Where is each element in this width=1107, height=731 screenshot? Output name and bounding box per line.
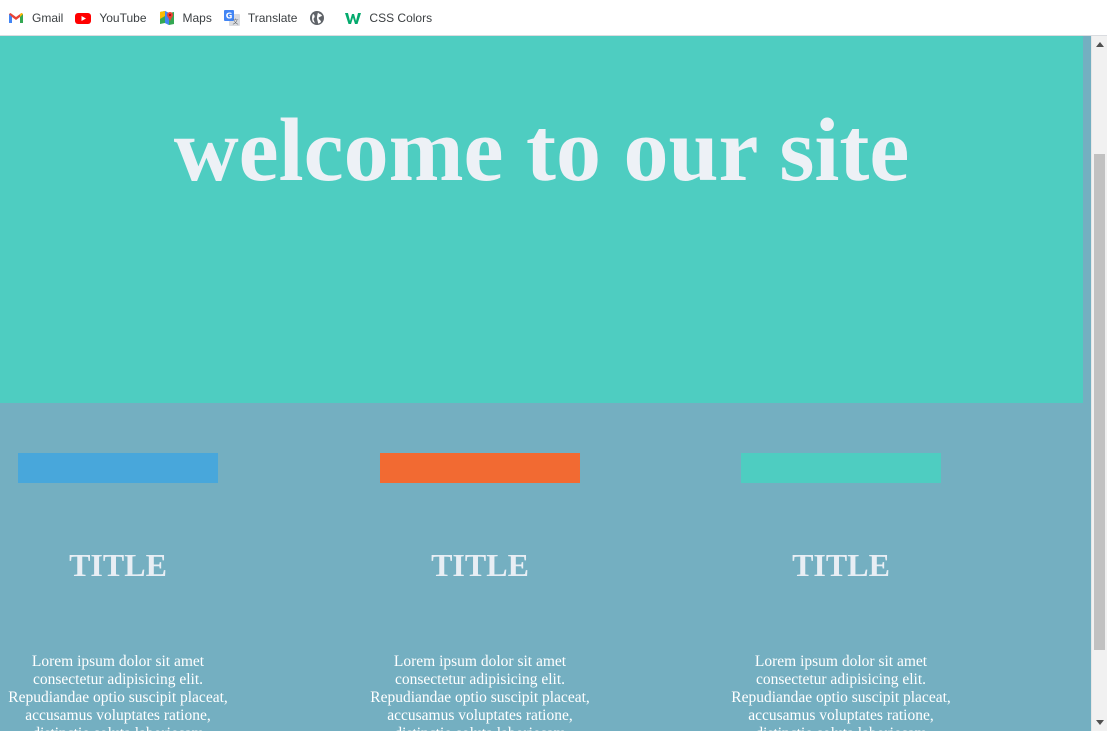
bookmark-label: Maps xyxy=(182,10,212,25)
hero-banner: welcome to our site xyxy=(0,36,1083,403)
svg-text:G: G xyxy=(226,11,233,20)
bookmark-label: CSS Colors xyxy=(369,10,433,25)
hero-title: welcome to our site xyxy=(173,101,910,200)
bookmark-maps[interactable]: Maps xyxy=(155,5,216,31)
youtube-icon xyxy=(75,10,92,26)
bookmark-globe[interactable] xyxy=(305,5,337,31)
gmail-icon xyxy=(8,10,24,26)
card-title: TITLE xyxy=(69,547,167,583)
globe-icon xyxy=(309,10,325,26)
feature-card-1: TITLE Lorem ipsum dolor sit amet consect… xyxy=(8,453,228,731)
card-title: TITLE xyxy=(431,547,529,583)
bookmark-label: Gmail xyxy=(32,10,64,25)
w3schools-icon xyxy=(345,10,362,26)
page-viewport: welcome to our site TITLE Lorem ipsum do… xyxy=(0,36,1091,731)
card-text: Lorem ipsum dolor sit amet consectetur a… xyxy=(370,653,590,731)
vertical-scrollbar[interactable] xyxy=(1091,36,1107,731)
card-text: Lorem ipsum dolor sit amet consectetur a… xyxy=(8,653,228,731)
bookmark-youtube[interactable]: YouTube xyxy=(71,5,150,31)
bookmark-label: Translate xyxy=(247,10,298,25)
translate-icon: G 文 xyxy=(223,9,240,26)
bookmark-gmail[interactable]: Gmail xyxy=(4,5,67,31)
card-color-bar xyxy=(18,453,218,483)
feature-card-2: TITLE Lorem ipsum dolor sit amet consect… xyxy=(370,453,590,731)
scroll-up-arrow-icon[interactable] xyxy=(1096,42,1104,47)
card-title: TITLE xyxy=(792,547,890,583)
bookmark-css-colors[interactable]: CSS Colors xyxy=(341,5,436,31)
bookmark-label: YouTube xyxy=(99,10,147,25)
svg-text:文: 文 xyxy=(232,18,238,26)
card-color-bar xyxy=(741,453,941,483)
scroll-thumb[interactable] xyxy=(1094,154,1105,650)
bookmark-translate[interactable]: G 文 Translate xyxy=(220,5,302,31)
scroll-down-arrow-icon[interactable] xyxy=(1096,720,1104,725)
bookmarks-bar: Gmail YouTube Maps G 文 Translate CSS Col… xyxy=(0,0,1107,36)
card-text: Lorem ipsum dolor sit amet consectetur a… xyxy=(731,653,951,731)
feature-card-3: TITLE Lorem ipsum dolor sit amet consect… xyxy=(731,453,951,731)
maps-icon xyxy=(159,10,175,26)
card-color-bar xyxy=(380,453,580,483)
